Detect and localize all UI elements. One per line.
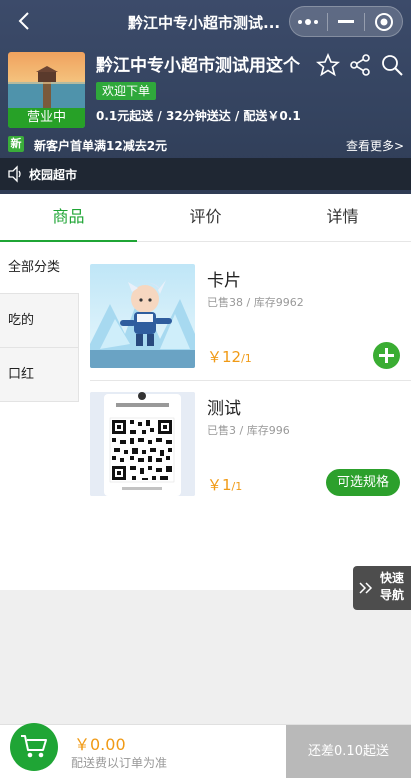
choose-spec-button[interactable]: 可选规格 [326, 469, 400, 496]
search-icon[interactable] [380, 53, 404, 77]
quick-nav-label: 快速 导航 [375, 570, 409, 604]
shop-status-badge: 营业中 [8, 108, 85, 128]
category-all[interactable]: 全部分类 [0, 242, 79, 294]
price-unit: /1 [231, 480, 243, 493]
shop-name: 黔江中专小超市测试用这个 [96, 56, 300, 76]
new-customer-badge: 新 [8, 136, 24, 152]
category-sidebar: 全部分类 吃的 口红 [0, 242, 79, 590]
cart-bar: ￥0.00 配送费以订单为准 还差0.10起送 [0, 723, 411, 778]
product-item[interactable]: 测试 已售3 / 库存996 ￥1/1 可选规格 [90, 392, 411, 518]
minimize-icon[interactable] [328, 6, 365, 37]
mini-program-capsule [289, 6, 403, 37]
cart-total: ￥0.00 [74, 735, 126, 754]
nav-title: 黔江中专小超市测试... [128, 14, 281, 32]
price-unit: /1 [241, 352, 252, 365]
shop-logo: 营业中 [8, 52, 85, 128]
tab-products[interactable]: 商品 [0, 194, 137, 242]
share-icon[interactable] [348, 53, 372, 77]
delivery-info: 0.1元起送 / 32分钟送达 / 配送￥0.1 [96, 109, 301, 123]
product-name: 测试 [207, 399, 241, 419]
product-price: ￥12/1 [207, 346, 252, 367]
tab-reviews[interactable]: 评价 [137, 194, 274, 241]
product-divider [90, 380, 411, 381]
double-chevron-icon [359, 582, 373, 594]
product-image[interactable] [90, 392, 195, 496]
price-value: ￥1 [207, 476, 232, 494]
product-item[interactable]: 卡片 已售38 / 库存9962 ￥12/1 [90, 264, 411, 390]
cart-icon[interactable] [10, 723, 58, 771]
product-sales: 已售38 / 库存9962 [207, 296, 304, 309]
close-miniprogram-icon[interactable] [365, 6, 402, 37]
star-icon[interactable] [315, 52, 341, 77]
quick-nav-button[interactable]: 快速 导航 [353, 566, 411, 610]
product-price: ￥1/1 [207, 474, 242, 495]
notice-bar: 校园超市 [0, 158, 411, 190]
more-icon[interactable] [290, 6, 327, 37]
category-food[interactable]: 吃的 [0, 294, 79, 348]
pier-image [8, 66, 85, 108]
price-value: ￥12 [207, 348, 242, 366]
nav-bar: 黔江中专小超市测试... [0, 0, 411, 44]
tab-details[interactable]: 详情 [274, 194, 411, 241]
shop-header: 黔江中专小超市测试... 营业中 黔江中专小超市测试用这个 欢迎下单 0.1元起… [0, 0, 411, 194]
checkout-button[interactable]: 还差0.10起送 [286, 725, 411, 778]
tab-bar: 商品 评价 详情 [0, 194, 411, 242]
welcome-tag: 欢迎下单 [96, 82, 157, 100]
promo-text: 新客户首单满12减去2元 [34, 139, 168, 153]
product-sales: 已售3 / 库存996 [207, 424, 290, 437]
quick-nav-line2: 导航 [379, 588, 404, 602]
see-more-link[interactable]: 查看更多> [346, 137, 404, 154]
speaker-icon [7, 165, 25, 183]
content-area: 全部分类 吃的 口红 卡片 已售38 / 库存9962 ￥12/1 测试 已售3… [0, 242, 411, 590]
promo-row: 新 新客户首单满12减去2元 查看更多> [8, 136, 408, 154]
back-icon[interactable] [14, 10, 36, 32]
shipping-note: 配送费以订单为准 [71, 756, 168, 770]
add-to-cart-icon[interactable] [373, 342, 400, 369]
quick-nav-line1: 快速 [379, 571, 404, 585]
notice-text: 校园超市 [29, 168, 78, 182]
product-name: 卡片 [207, 271, 241, 291]
product-image[interactable] [90, 264, 195, 368]
category-lipstick[interactable]: 口红 [0, 348, 79, 402]
shop-actions [315, 52, 404, 77]
